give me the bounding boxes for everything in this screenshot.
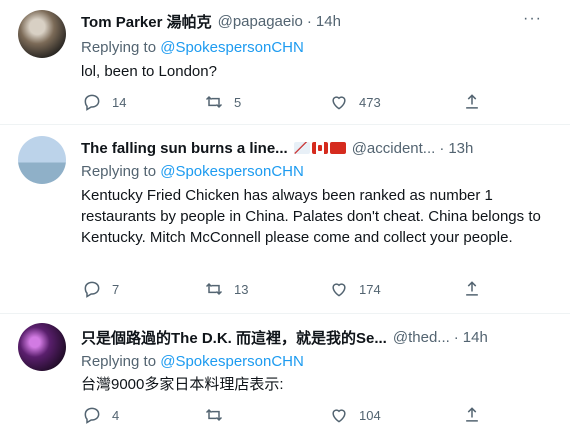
replying-to: Replying to @SpokespersonCHN	[81, 39, 304, 56]
action-bar: 14 5 473	[76, 91, 496, 113]
like-button[interactable]: 104	[329, 405, 381, 425]
flag-icon	[329, 142, 346, 154]
like-icon	[332, 283, 346, 297]
replying-to: Replying to @SpokespersonCHN	[81, 353, 304, 370]
share-button[interactable]	[462, 92, 482, 112]
like-count: 104	[359, 407, 381, 423]
replying-to-label: Replying to	[81, 353, 157, 370]
user-handle[interactable]: @accident...	[352, 140, 436, 157]
more-icon[interactable]: ···	[523, 10, 542, 28]
retweet-icon	[205, 408, 223, 422]
retweet-count: 13	[234, 281, 249, 297]
replying-to-label: Replying to	[81, 163, 157, 180]
like-button[interactable]: 174	[329, 279, 381, 299]
display-name[interactable]: Tom Parker 湯帕克	[81, 11, 212, 32]
tweet-text: Kentucky Fried Chicken has always been r…	[81, 187, 541, 246]
user-handle[interactable]: @papagaeio	[218, 13, 303, 30]
retweet-button[interactable]: 13	[204, 279, 248, 299]
tweet[interactable]: 只是個路過的The D.K. 而這裡，就是我的Se... @thed... · …	[0, 314, 570, 444]
tweet[interactable]: The falling sun burns a line... @acciden…	[0, 125, 570, 313]
avatar[interactable]	[18, 136, 66, 184]
user-handle[interactable]: @thed...	[393, 329, 450, 346]
display-name[interactable]: 只是個路過的The D.K. 而這裡，就是我的Se...	[81, 327, 387, 348]
reply-count: 7	[112, 281, 120, 297]
like-count: 473	[359, 94, 381, 110]
action-bar: 7 13 174	[76, 278, 496, 300]
mention-link[interactable]: @SpokespersonCHN	[160, 39, 304, 56]
display-name[interactable]: The falling sun burns a line...	[81, 140, 288, 157]
replying-to: Replying to @SpokespersonCHN	[81, 163, 304, 180]
separator-dot: ·	[306, 12, 312, 30]
separator-dot: ·	[439, 139, 445, 157]
tweet-header: Tom Parker 湯帕克 @papagaeio · 14h ···	[81, 10, 562, 32]
share-icon	[466, 281, 478, 296]
retweet-icon	[205, 282, 223, 296]
retweet-icon	[205, 95, 223, 109]
share-icon	[466, 94, 478, 109]
timestamp[interactable]: 13h	[448, 140, 473, 157]
retweet-count: 5	[234, 94, 242, 110]
timestamp[interactable]: 14h	[316, 13, 341, 30]
reply-icon	[84, 407, 100, 424]
flag-emojis	[293, 142, 346, 154]
share-button[interactable]	[462, 405, 482, 425]
mountain-flag-icon	[293, 142, 310, 154]
tweet-text: 台灣9000多家日本料理店表示:	[81, 376, 284, 393]
reply-icon	[84, 281, 100, 298]
reply-button[interactable]: 7	[82, 279, 119, 299]
tweet-text: lol, been to London?	[81, 63, 217, 80]
reply-icon	[84, 94, 100, 111]
avatar[interactable]	[18, 10, 66, 58]
share-button[interactable]	[462, 279, 482, 299]
reply-button[interactable]: 4	[82, 405, 119, 425]
reply-count: 4	[112, 407, 120, 423]
tweet-header: The falling sun burns a line... @acciden…	[81, 137, 562, 159]
reply-count: 14	[112, 94, 127, 110]
tweet[interactable]: Tom Parker 湯帕克 @papagaeio · 14h ··· Repl…	[0, 0, 570, 124]
mention-link[interactable]: @SpokespersonCHN	[160, 163, 304, 180]
like-icon	[332, 409, 346, 423]
mention-link[interactable]: @SpokespersonCHN	[160, 353, 304, 370]
share-icon	[466, 407, 478, 422]
replying-to-label: Replying to	[81, 39, 157, 56]
retweet-button[interactable]: 5	[204, 92, 241, 112]
timestamp[interactable]: 14h	[463, 329, 488, 346]
like-button[interactable]: 473	[329, 92, 381, 112]
tweet-header: 只是個路過的The D.K. 而這裡，就是我的Se... @thed... · …	[81, 326, 562, 348]
like-count: 174	[359, 281, 381, 297]
reply-button[interactable]: 14	[82, 92, 126, 112]
action-bar: 4 104	[76, 404, 496, 426]
avatar[interactable]	[18, 323, 66, 371]
like-icon	[332, 96, 346, 110]
retweet-button[interactable]	[204, 405, 234, 425]
canada-flag-icon	[311, 142, 328, 154]
separator-dot: ·	[453, 328, 459, 346]
